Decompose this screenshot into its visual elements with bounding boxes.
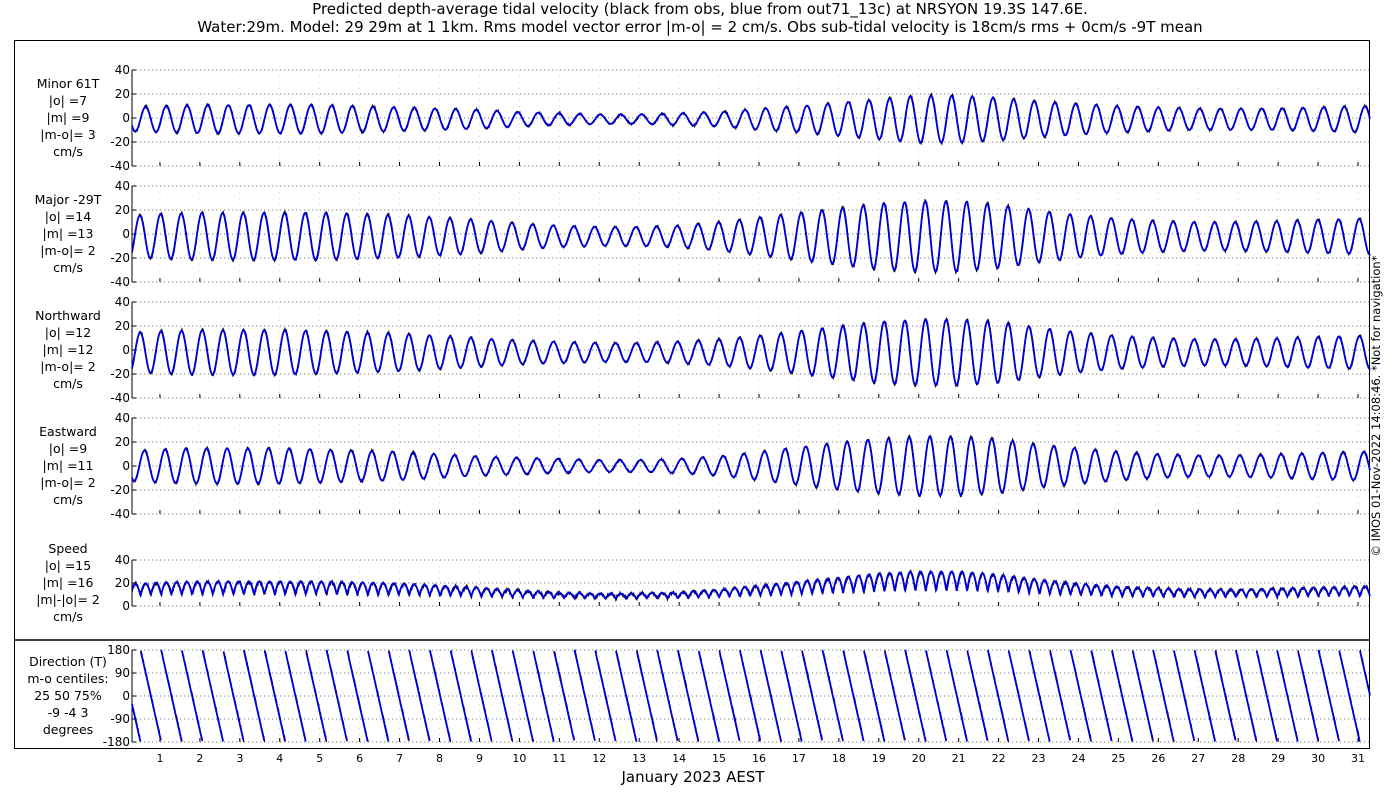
panel-label-minor: |m-o|= 3: [40, 127, 95, 142]
y-tick-label-northward: 20: [115, 319, 130, 333]
y-tick-label-minor: 40: [115, 63, 130, 77]
panel-label-minor: cm/s: [53, 144, 83, 159]
x-tick-label: 22: [992, 752, 1006, 765]
x-tick-label: 10: [512, 752, 526, 765]
x-tick-label: 29: [1271, 752, 1285, 765]
x-tick-label: 20: [912, 752, 926, 765]
y-tick-label-northward: -40: [110, 391, 130, 405]
x-tick-label: 18: [832, 752, 846, 765]
x-tick-label: 17: [792, 752, 806, 765]
x-tick-label: 24: [1071, 752, 1085, 765]
x-tick-label: 30: [1311, 752, 1325, 765]
panel-label-major: |m| =13: [43, 226, 94, 241]
panel-label-speed: |m|-|o|= 2: [36, 592, 100, 607]
model-series-minor: [131, 94, 1371, 144]
x-tick-label: 23: [1032, 752, 1046, 765]
x-tick-label: 7: [396, 752, 403, 765]
y-tick-label-eastward: -40: [110, 507, 130, 521]
y-tick-label-speed: 40: [115, 553, 130, 567]
copyright-footer: © IMOS 01-Nov-2022 14:08:46. *Not for na…: [1369, 255, 1383, 557]
y-tick-label-direction: 0: [122, 689, 130, 703]
panel-label-northward: cm/s: [53, 376, 83, 391]
x-tick-label: 26: [1151, 752, 1165, 765]
panel-label-direction: 25 50 75%: [34, 688, 102, 703]
y-tick-label-eastward: 0: [122, 459, 130, 473]
obs-series-northward: [131, 316, 1371, 389]
model-series-direction: [131, 649, 1371, 742]
y-tick-label-eastward: 20: [115, 435, 130, 449]
model-series-major: [131, 200, 1371, 273]
panel-label-northward: Northward: [35, 308, 101, 323]
y-tick-label-minor: 20: [115, 87, 130, 101]
y-tick-label-direction: 90: [115, 666, 130, 680]
panel-label-speed: Speed: [48, 541, 87, 556]
x-tick-label: 13: [632, 752, 646, 765]
panel-label-direction: Direction (T): [29, 654, 107, 669]
x-tick-label: 1: [156, 752, 163, 765]
panel-label-minor: |m| =9: [47, 110, 90, 125]
x-tick-label: 15: [712, 752, 726, 765]
panel-label-eastward: |m| =11: [43, 458, 94, 473]
x-tick-label: 3: [236, 752, 243, 765]
x-tick-label: 14: [672, 752, 686, 765]
x-tick-label: 12: [592, 752, 606, 765]
y-tick-label-major: -40: [110, 275, 130, 289]
model-series-northward: [131, 318, 1371, 386]
x-tick-label: 16: [752, 752, 766, 765]
x-tick-label: 9: [476, 752, 483, 765]
panel-label-speed: cm/s: [53, 609, 83, 624]
model-series-speed: [131, 570, 1371, 601]
y-tick-label-major: 40: [115, 179, 130, 193]
x-tick-label: 31: [1351, 752, 1365, 765]
x-tick-label: 28: [1231, 752, 1245, 765]
x-tick-label: 8: [436, 752, 443, 765]
panel-label-major: Major -29T: [35, 192, 102, 207]
panel-label-northward: |o| =12: [45, 325, 91, 340]
panel-label-eastward: Eastward: [39, 424, 97, 439]
x-tick-label: 4: [276, 752, 283, 765]
x-axis-label: January 2023 AEST: [621, 768, 765, 786]
y-tick-label-direction: -90: [110, 712, 130, 726]
panel-label-eastward: |m-o|= 2: [40, 475, 95, 490]
panel-label-speed: |m| =16: [43, 575, 94, 590]
x-tick-label: 5: [316, 752, 323, 765]
y-tick-label-direction: 180: [107, 643, 130, 657]
panel-label-major: cm/s: [53, 260, 83, 275]
y-tick-label-minor: -40: [110, 159, 130, 173]
x-tick-label: 25: [1111, 752, 1125, 765]
panel-label-eastward: cm/s: [53, 492, 83, 507]
panel-label-northward: |m| =12: [43, 342, 94, 357]
y-tick-label-direction: -180: [103, 735, 130, 749]
y-tick-label-speed: 0: [122, 599, 130, 613]
panel-label-major: |m-o|= 2: [40, 243, 95, 258]
x-tick-label: 21: [952, 752, 966, 765]
y-tick-label-major: 20: [115, 203, 130, 217]
y-tick-label-minor: -20: [110, 135, 130, 149]
panel-label-northward: |m-o|= 2: [40, 359, 95, 374]
panel-label-direction: m-o centiles:: [27, 671, 108, 686]
panel-label-direction: degrees: [43, 722, 93, 737]
tidal-velocity-chart: 40200-20-40Minor 61T|o| =7|m| =9|m-o|= 3…: [14, 63, 1371, 765]
y-tick-label-major: -20: [110, 251, 130, 265]
obs-series-major: [131, 198, 1371, 276]
y-tick-label-northward: 0: [122, 343, 130, 357]
panel-label-major: |o| =14: [45, 209, 91, 224]
y-tick-label-minor: 0: [122, 111, 130, 125]
x-tick-label: 6: [356, 752, 363, 765]
y-tick-label-northward: -20: [110, 367, 130, 381]
y-tick-label-speed: 20: [115, 576, 130, 590]
panel-label-eastward: |o| =9: [49, 441, 88, 456]
x-tick-label: 19: [872, 752, 886, 765]
panel-label-speed: |o| =15: [45, 558, 91, 573]
y-tick-label-eastward: 40: [115, 411, 130, 425]
y-tick-label-northward: 40: [115, 295, 130, 309]
y-tick-label-major: 0: [122, 227, 130, 241]
panel-label-minor: |o| =7: [49, 93, 87, 108]
panel-label-minor: Minor 61T: [37, 76, 100, 91]
panel-label-direction: -9 -4 3: [48, 705, 89, 720]
x-tick-label: 2: [196, 752, 203, 765]
x-tick-label: 11: [552, 752, 566, 765]
y-tick-label-eastward: -20: [110, 483, 130, 497]
x-tick-label: 27: [1191, 752, 1205, 765]
